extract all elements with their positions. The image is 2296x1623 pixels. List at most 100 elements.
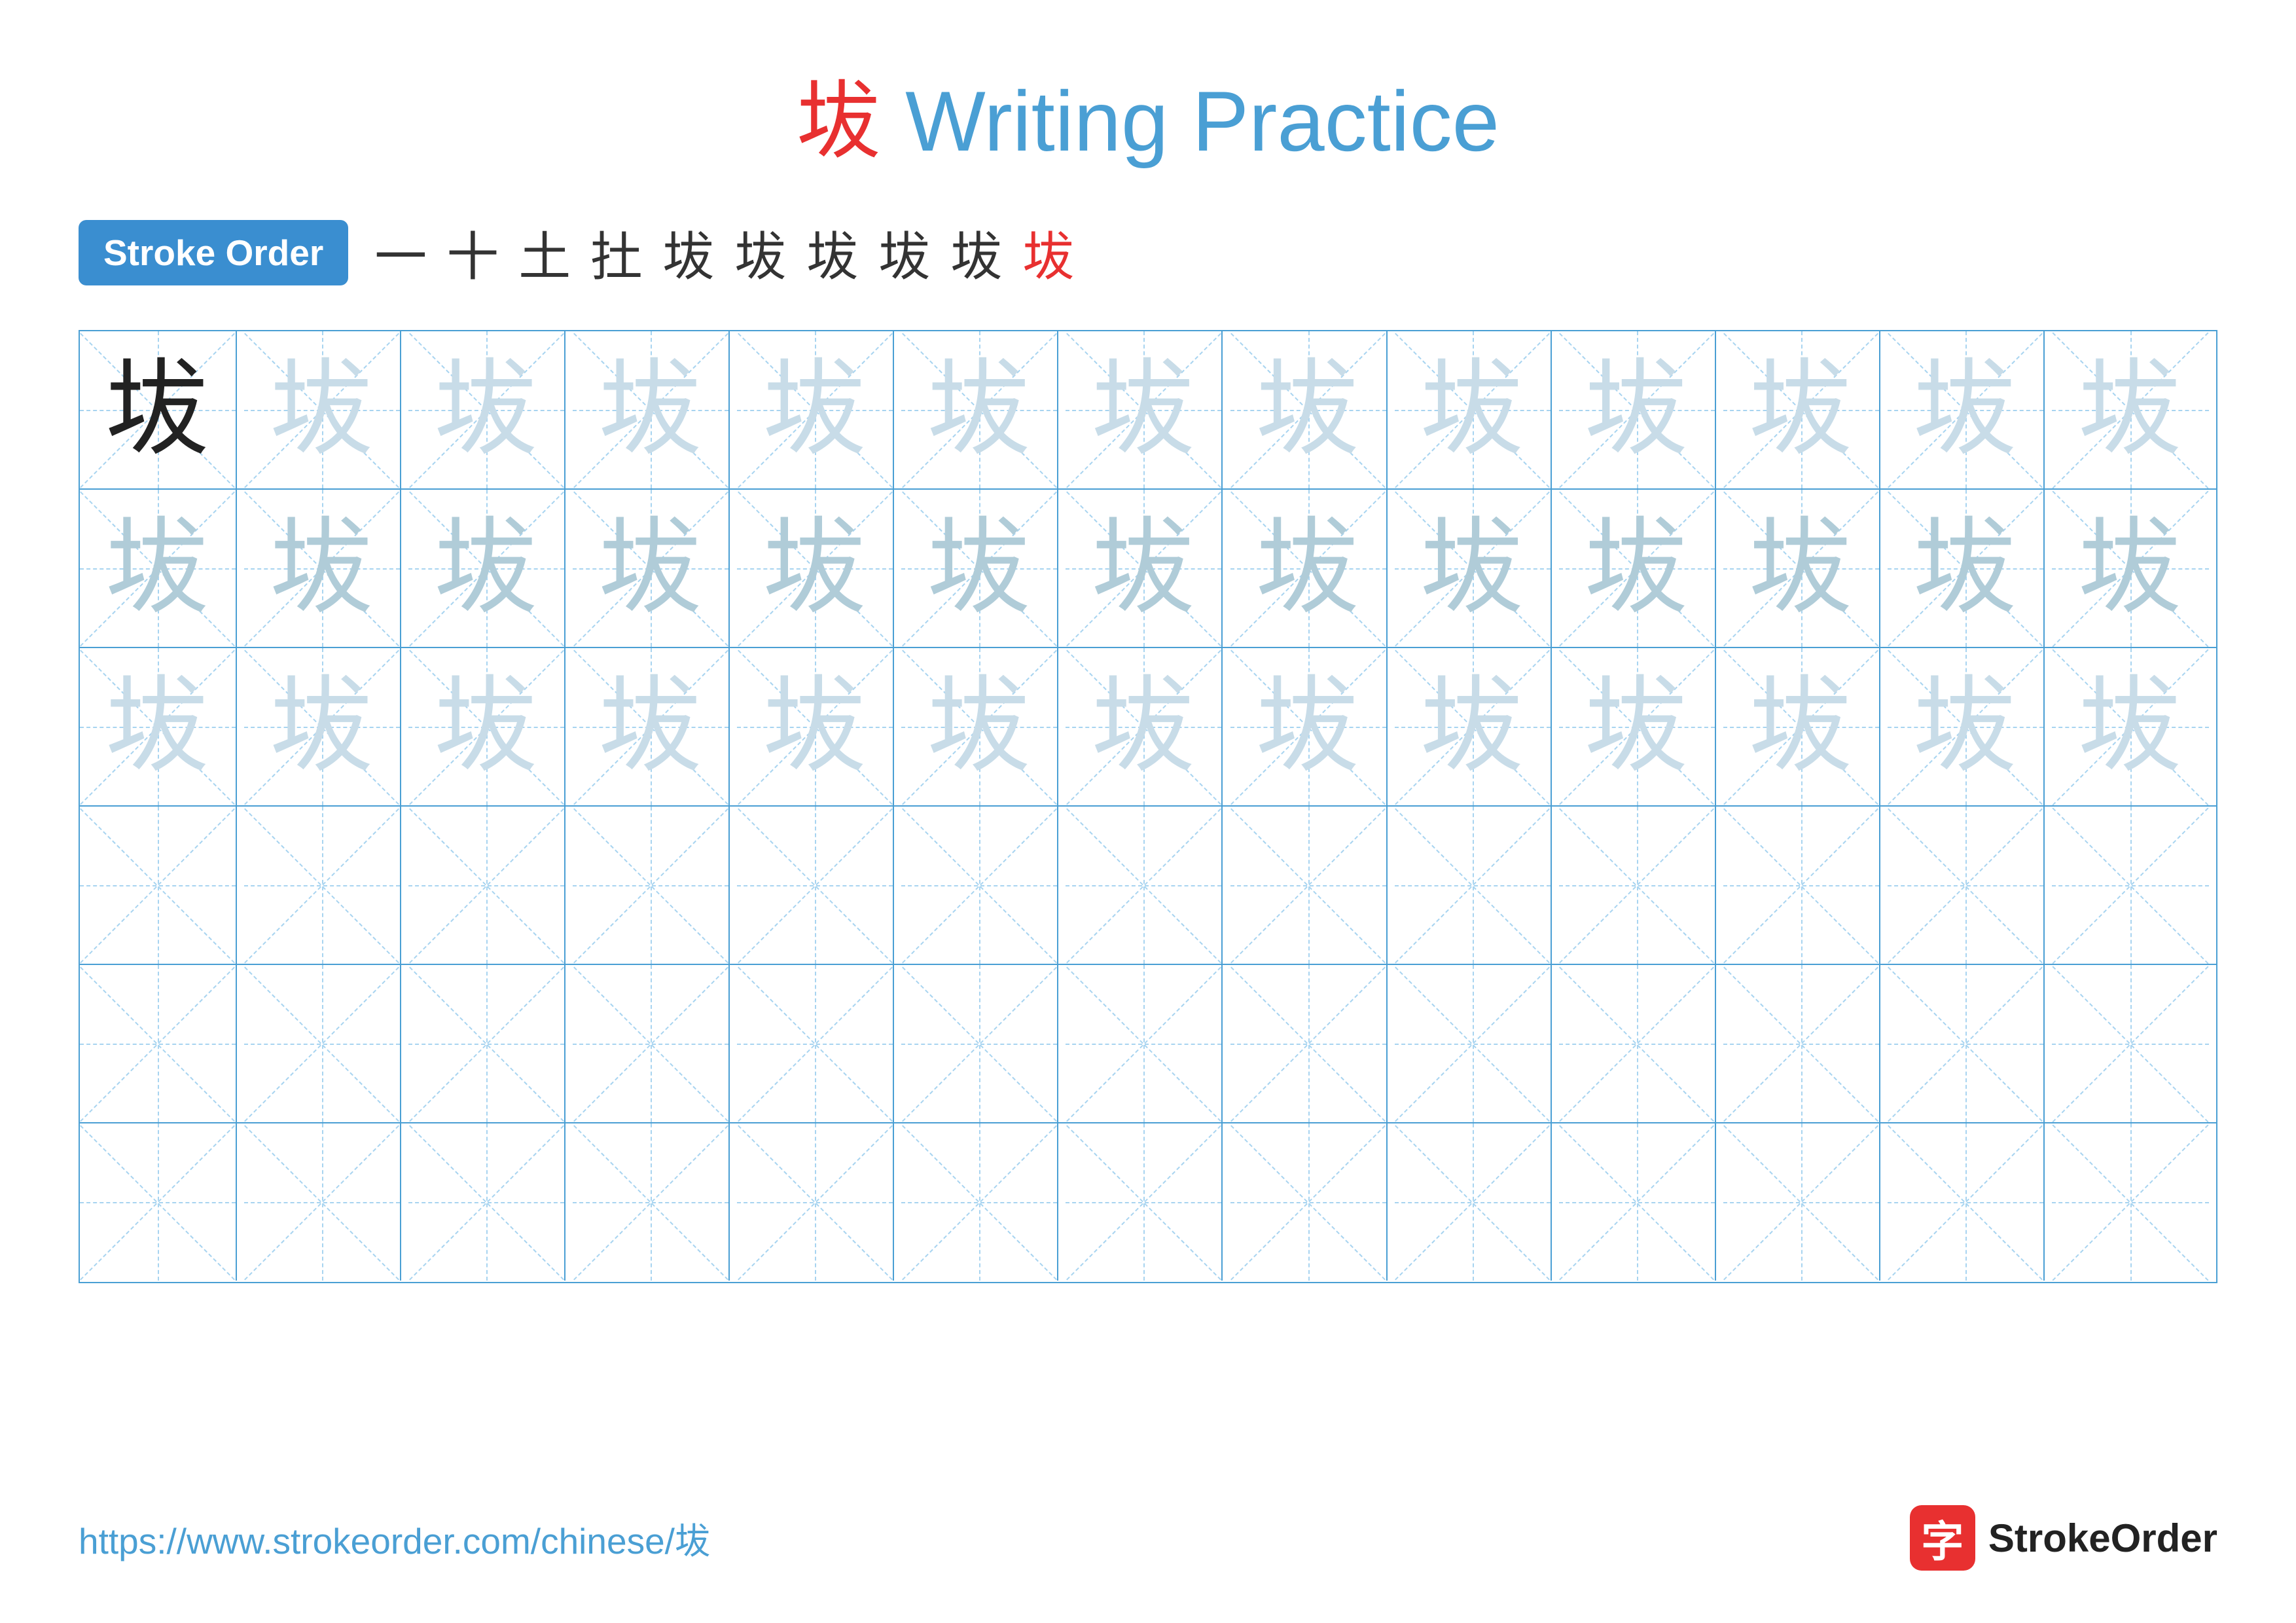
grid-cell-4-1[interactable]: [80, 807, 237, 964]
grid-cell-2-9[interactable]: 坺: [1395, 490, 1552, 647]
grid-cell-5-3[interactable]: [408, 965, 565, 1122]
stroke-step-2: 十: [446, 215, 499, 291]
grid-cell-2-6[interactable]: 坺: [901, 490, 1058, 647]
char-guide: 坺: [1256, 357, 1361, 462]
brand-icon: 字: [1910, 1505, 1975, 1571]
grid-cell-5-5[interactable]: [737, 965, 894, 1122]
grid-cell-6-9[interactable]: [1395, 1123, 1552, 1281]
stroke-step-7: 坺: [806, 215, 859, 291]
grid-cell-1-7[interactable]: 坺: [1066, 331, 1223, 488]
grid-cell-4-11[interactable]: [1723, 807, 1880, 964]
char-guide: 坺: [434, 674, 539, 779]
grid-cell-3-4[interactable]: 坺: [573, 648, 730, 805]
grid-cell-1-13[interactable]: 坺: [2052, 331, 2209, 488]
grid-cell-1-10[interactable]: 坺: [1559, 331, 1716, 488]
grid-row-5: [80, 965, 2216, 1123]
grid-cell-5-2[interactable]: [244, 965, 401, 1122]
grid-cell-4-12[interactable]: [1888, 807, 2045, 964]
grid-cell-2-7[interactable]: 坺: [1066, 490, 1223, 647]
grid-cell-6-4[interactable]: [573, 1123, 730, 1281]
grid-cell-1-8[interactable]: 坺: [1230, 331, 1388, 488]
practice-grid: 坺 坺 坺 坺 坺 坺 坺: [79, 330, 2217, 1283]
char-guide: 坺: [1091, 357, 1196, 462]
grid-cell-2-1[interactable]: 坺: [80, 490, 237, 647]
grid-cell-2-4[interactable]: 坺: [573, 490, 730, 647]
grid-cell-4-8[interactable]: [1230, 807, 1388, 964]
grid-cell-1-9[interactable]: 坺: [1395, 331, 1552, 488]
grid-cell-1-2[interactable]: 坺: [244, 331, 401, 488]
grid-cell-3-11[interactable]: 坺: [1723, 648, 1880, 805]
grid-cell-6-13[interactable]: [2052, 1123, 2209, 1281]
stroke-step-4: 扗: [590, 215, 643, 291]
grid-cell-2-2[interactable]: 坺: [244, 490, 401, 647]
grid-cell-5-11[interactable]: [1723, 965, 1880, 1122]
char-guide: 坺: [1585, 516, 1689, 621]
grid-cell-1-11[interactable]: 坺: [1723, 331, 1880, 488]
grid-cell-2-12[interactable]: 坺: [1888, 490, 2045, 647]
grid-cell-5-4[interactable]: [573, 965, 730, 1122]
grid-cell-4-4[interactable]: [573, 807, 730, 964]
char-guide: 坺: [1420, 516, 1525, 621]
grid-cell-5-13[interactable]: [2052, 965, 2209, 1122]
grid-cell-4-6[interactable]: [901, 807, 1058, 964]
char-guide: 坺: [1091, 516, 1196, 621]
grid-cell-6-12[interactable]: [1888, 1123, 2045, 1281]
grid-cell-2-13[interactable]: 坺: [2052, 490, 2209, 647]
grid-cell-2-5[interactable]: 坺: [737, 490, 894, 647]
grid-cell-3-5[interactable]: 坺: [737, 648, 894, 805]
grid-cell-4-13[interactable]: [2052, 807, 2209, 964]
grid-cell-4-9[interactable]: [1395, 807, 1552, 964]
grid-cell-6-11[interactable]: [1723, 1123, 1880, 1281]
grid-cell-1-1[interactable]: 坺: [80, 331, 237, 488]
grid-cell-6-10[interactable]: [1559, 1123, 1716, 1281]
char-guide: 坺: [1256, 516, 1361, 621]
grid-cell-1-5[interactable]: 坺: [737, 331, 894, 488]
grid-cell-6-8[interactable]: [1230, 1123, 1388, 1281]
grid-cell-3-13[interactable]: 坺: [2052, 648, 2209, 805]
grid-cell-5-1[interactable]: [80, 965, 237, 1122]
char-guide: 坺: [270, 516, 374, 621]
grid-cell-6-7[interactable]: [1066, 1123, 1223, 1281]
grid-cell-1-6[interactable]: 坺: [901, 331, 1058, 488]
grid-cell-5-12[interactable]: [1888, 965, 2045, 1122]
grid-cell-5-8[interactable]: [1230, 965, 1388, 1122]
grid-cell-3-12[interactable]: 坺: [1888, 648, 2045, 805]
footer-brand: 字 StrokeOrder: [1910, 1505, 2217, 1571]
grid-cell-3-9[interactable]: 坺: [1395, 648, 1552, 805]
grid-cell-1-4[interactable]: 坺: [573, 331, 730, 488]
grid-cell-3-10[interactable]: 坺: [1559, 648, 1716, 805]
grid-cell-2-10[interactable]: 坺: [1559, 490, 1716, 647]
stroke-order-row: Stroke Order 一 十 土 扗 坺 坺 坺 坺 坺 坺: [79, 215, 2217, 291]
grid-cell-2-8[interactable]: 坺: [1230, 490, 1388, 647]
grid-cell-3-3[interactable]: 坺: [408, 648, 565, 805]
grid-cell-6-5[interactable]: [737, 1123, 894, 1281]
grid-cell-6-6[interactable]: [901, 1123, 1058, 1281]
grid-cell-5-6[interactable]: [901, 965, 1058, 1122]
grid-cell-2-3[interactable]: 坺: [408, 490, 565, 647]
char-guide: 坺: [927, 516, 1031, 621]
grid-cell-5-7[interactable]: [1066, 965, 1223, 1122]
char-guide: 坺: [762, 516, 867, 621]
grid-cell-5-10[interactable]: [1559, 965, 1716, 1122]
grid-cell-3-6[interactable]: 坺: [901, 648, 1058, 805]
page-title: 坺 Writing Practice: [79, 52, 2217, 175]
grid-cell-4-7[interactable]: [1066, 807, 1223, 964]
grid-cell-1-3[interactable]: 坺: [408, 331, 565, 488]
grid-cell-4-5[interactable]: [737, 807, 894, 964]
grid-cell-2-11[interactable]: 坺: [1723, 490, 1880, 647]
grid-cell-4-3[interactable]: [408, 807, 565, 964]
grid-row-6: [80, 1123, 2216, 1282]
grid-cell-4-10[interactable]: [1559, 807, 1716, 964]
grid-cell-3-1[interactable]: 坺: [80, 648, 237, 805]
grid-cell-3-2[interactable]: 坺: [244, 648, 401, 805]
grid-cell-6-3[interactable]: [408, 1123, 565, 1281]
grid-cell-4-2[interactable]: [244, 807, 401, 964]
grid-cell-6-1[interactable]: [80, 1123, 237, 1281]
grid-cell-3-8[interactable]: 坺: [1230, 648, 1388, 805]
grid-cell-1-12[interactable]: 坺: [1888, 331, 2045, 488]
grid-cell-6-2[interactable]: [244, 1123, 401, 1281]
char-guide: 坺: [927, 674, 1031, 779]
grid-cell-5-9[interactable]: [1395, 965, 1552, 1122]
grid-cell-3-7[interactable]: 坺: [1066, 648, 1223, 805]
title-char: 坺: [797, 73, 882, 169]
